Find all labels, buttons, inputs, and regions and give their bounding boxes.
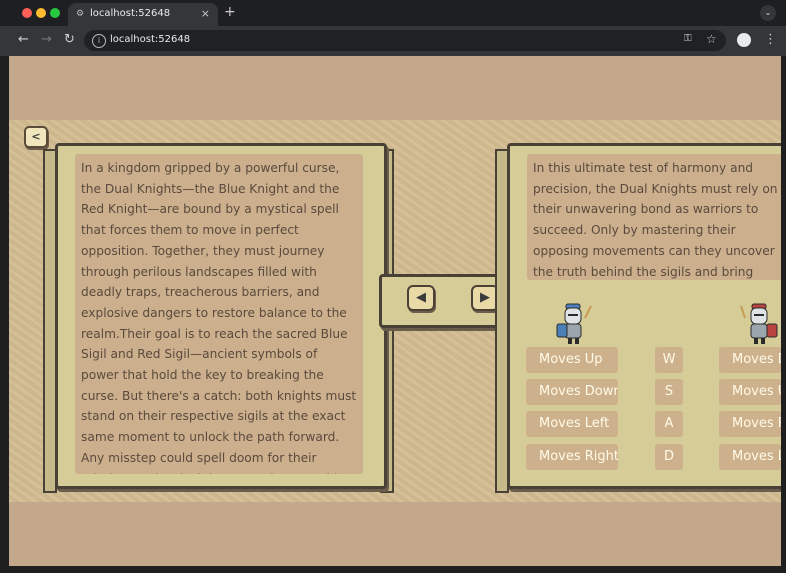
site-info-icon[interactable]: i xyxy=(92,34,106,48)
address-bar[interactable]: i localhost:52648 ⚿ ☆ xyxy=(84,30,726,51)
key-w: W xyxy=(655,347,683,373)
red-knight-icon xyxy=(740,303,778,344)
password-key-icon[interactable]: ⚿ xyxy=(684,33,692,44)
browser-tab[interactable]: ⚙ localhost:52648 × xyxy=(68,3,218,26)
maximize-window-dot[interactable] xyxy=(50,8,60,18)
tab-favicon-icon: ⚙ xyxy=(76,9,85,19)
blue-control-up: Moves Up xyxy=(526,347,618,373)
profile-avatar[interactable] xyxy=(737,33,751,47)
key-d: D xyxy=(655,444,683,470)
close-window-dot[interactable] xyxy=(22,8,32,18)
key-s: S xyxy=(655,379,683,405)
left-book-page: In a kingdom gripped by a powerful curse… xyxy=(55,143,387,489)
bookmark-star-icon[interactable]: ☆ xyxy=(706,32,717,46)
blue-control-left: Moves Left xyxy=(526,411,618,437)
back-chevron-icon[interactable]: < xyxy=(24,126,48,148)
blue-control-right: Moves Right xyxy=(526,444,618,470)
minimize-window-dot[interactable] xyxy=(36,8,46,18)
tab-close-icon[interactable]: × xyxy=(201,7,210,20)
prev-arrow-icon[interactable]: ◀ xyxy=(407,285,435,311)
red-control-right: Moves Right xyxy=(719,411,781,437)
browser-menu-icon[interactable]: ⋮ xyxy=(764,32,777,47)
browser-toolbar: ← → ↻ i localhost:52648 ⚿ ☆ ⋮ xyxy=(0,26,786,56)
tab-search-icon[interactable]: ⌄ xyxy=(760,5,776,21)
game-page: < In a kingdom gripped by a powerful cur… xyxy=(9,56,781,566)
tab-title: localhost:52648 xyxy=(90,8,171,19)
red-control-left: Moves Left xyxy=(719,444,781,470)
blue-control-down: Moves Down xyxy=(526,379,618,405)
key-a: A xyxy=(655,411,683,437)
new-tab-button[interactable]: + xyxy=(224,4,236,20)
story-text-left: In a kingdom gripped by a powerful curse… xyxy=(75,154,363,474)
red-control-up: Moves Up xyxy=(719,379,781,405)
back-nav-icon[interactable]: ← xyxy=(18,32,29,47)
browser-tab-bar: ⚙ localhost:52648 × + ⌄ xyxy=(0,0,786,26)
reload-icon[interactable]: ↻ xyxy=(64,32,75,47)
blue-knight-icon xyxy=(556,303,592,344)
forward-nav-icon[interactable]: → xyxy=(41,32,52,47)
address-text: localhost:52648 xyxy=(110,34,191,45)
red-control-down: Moves Down xyxy=(719,347,781,373)
story-text-right: In this ultimate test of harmony and pre… xyxy=(527,154,781,280)
